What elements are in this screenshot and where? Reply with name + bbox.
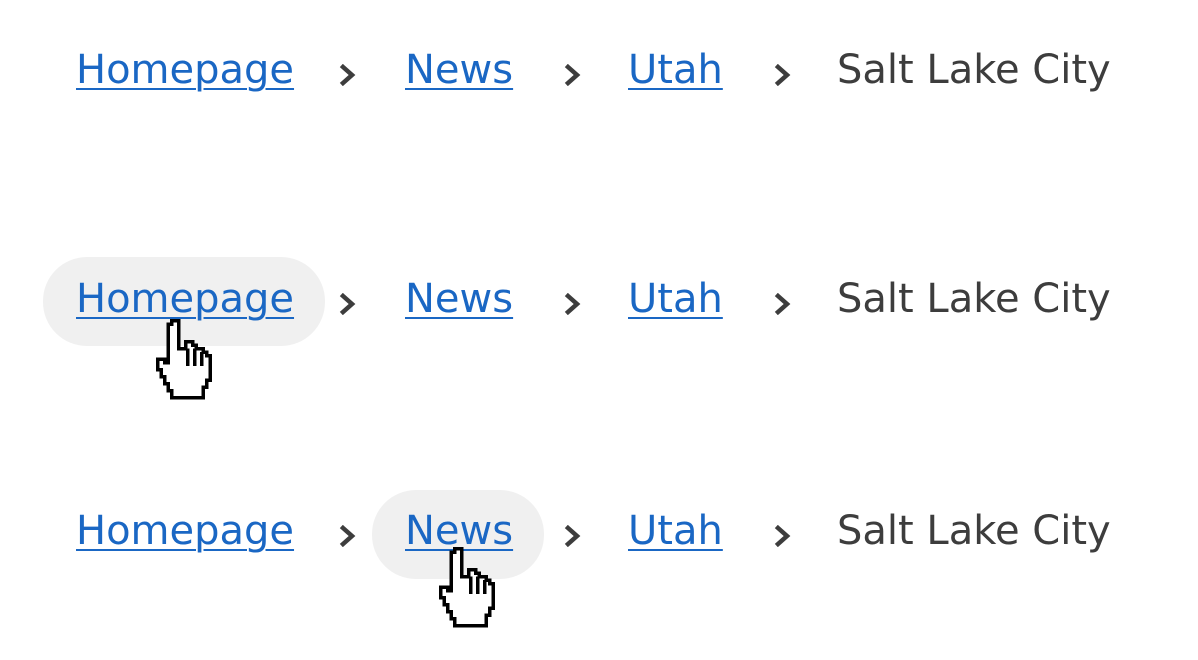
breadcrumb-link-utah[interactable]: Utah — [628, 50, 723, 90]
breadcrumb: Homepage News Utah Salt Lake City — [0, 481, 1198, 581]
hand-pointer-icon — [437, 545, 497, 629]
breadcrumb-current-page: Salt Lake City — [837, 47, 1111, 93]
chevron-right-icon — [563, 293, 583, 315]
chevron-right-icon — [338, 64, 358, 86]
breadcrumb: Homepage News Utah Salt Lake City — [0, 20, 1198, 120]
chevron-right-icon — [563, 64, 583, 86]
chevron-right-icon — [773, 64, 793, 86]
breadcrumb-link-news[interactable]: News — [405, 50, 513, 90]
chevron-right-icon — [338, 293, 358, 315]
breadcrumb-link-homepage[interactable]: Homepage — [76, 50, 294, 90]
chevron-right-icon — [773, 293, 793, 315]
breadcrumb-link-news[interactable]: News — [405, 279, 513, 319]
chevron-right-icon — [338, 525, 358, 547]
breadcrumb-current-page: Salt Lake City — [837, 276, 1111, 322]
breadcrumb-link-utah[interactable]: Utah — [628, 511, 723, 551]
breadcrumb-link-homepage[interactable]: Homepage — [76, 511, 294, 551]
breadcrumb-link-homepage[interactable]: Homepage — [76, 279, 294, 319]
breadcrumb: Homepage News Utah Salt Lake City — [0, 249, 1198, 349]
chevron-right-icon — [563, 525, 583, 547]
hand-pointer-icon — [154, 317, 214, 401]
breadcrumb-current-page: Salt Lake City — [837, 508, 1111, 554]
breadcrumb-link-utah[interactable]: Utah — [628, 279, 723, 319]
chevron-right-icon — [773, 525, 793, 547]
